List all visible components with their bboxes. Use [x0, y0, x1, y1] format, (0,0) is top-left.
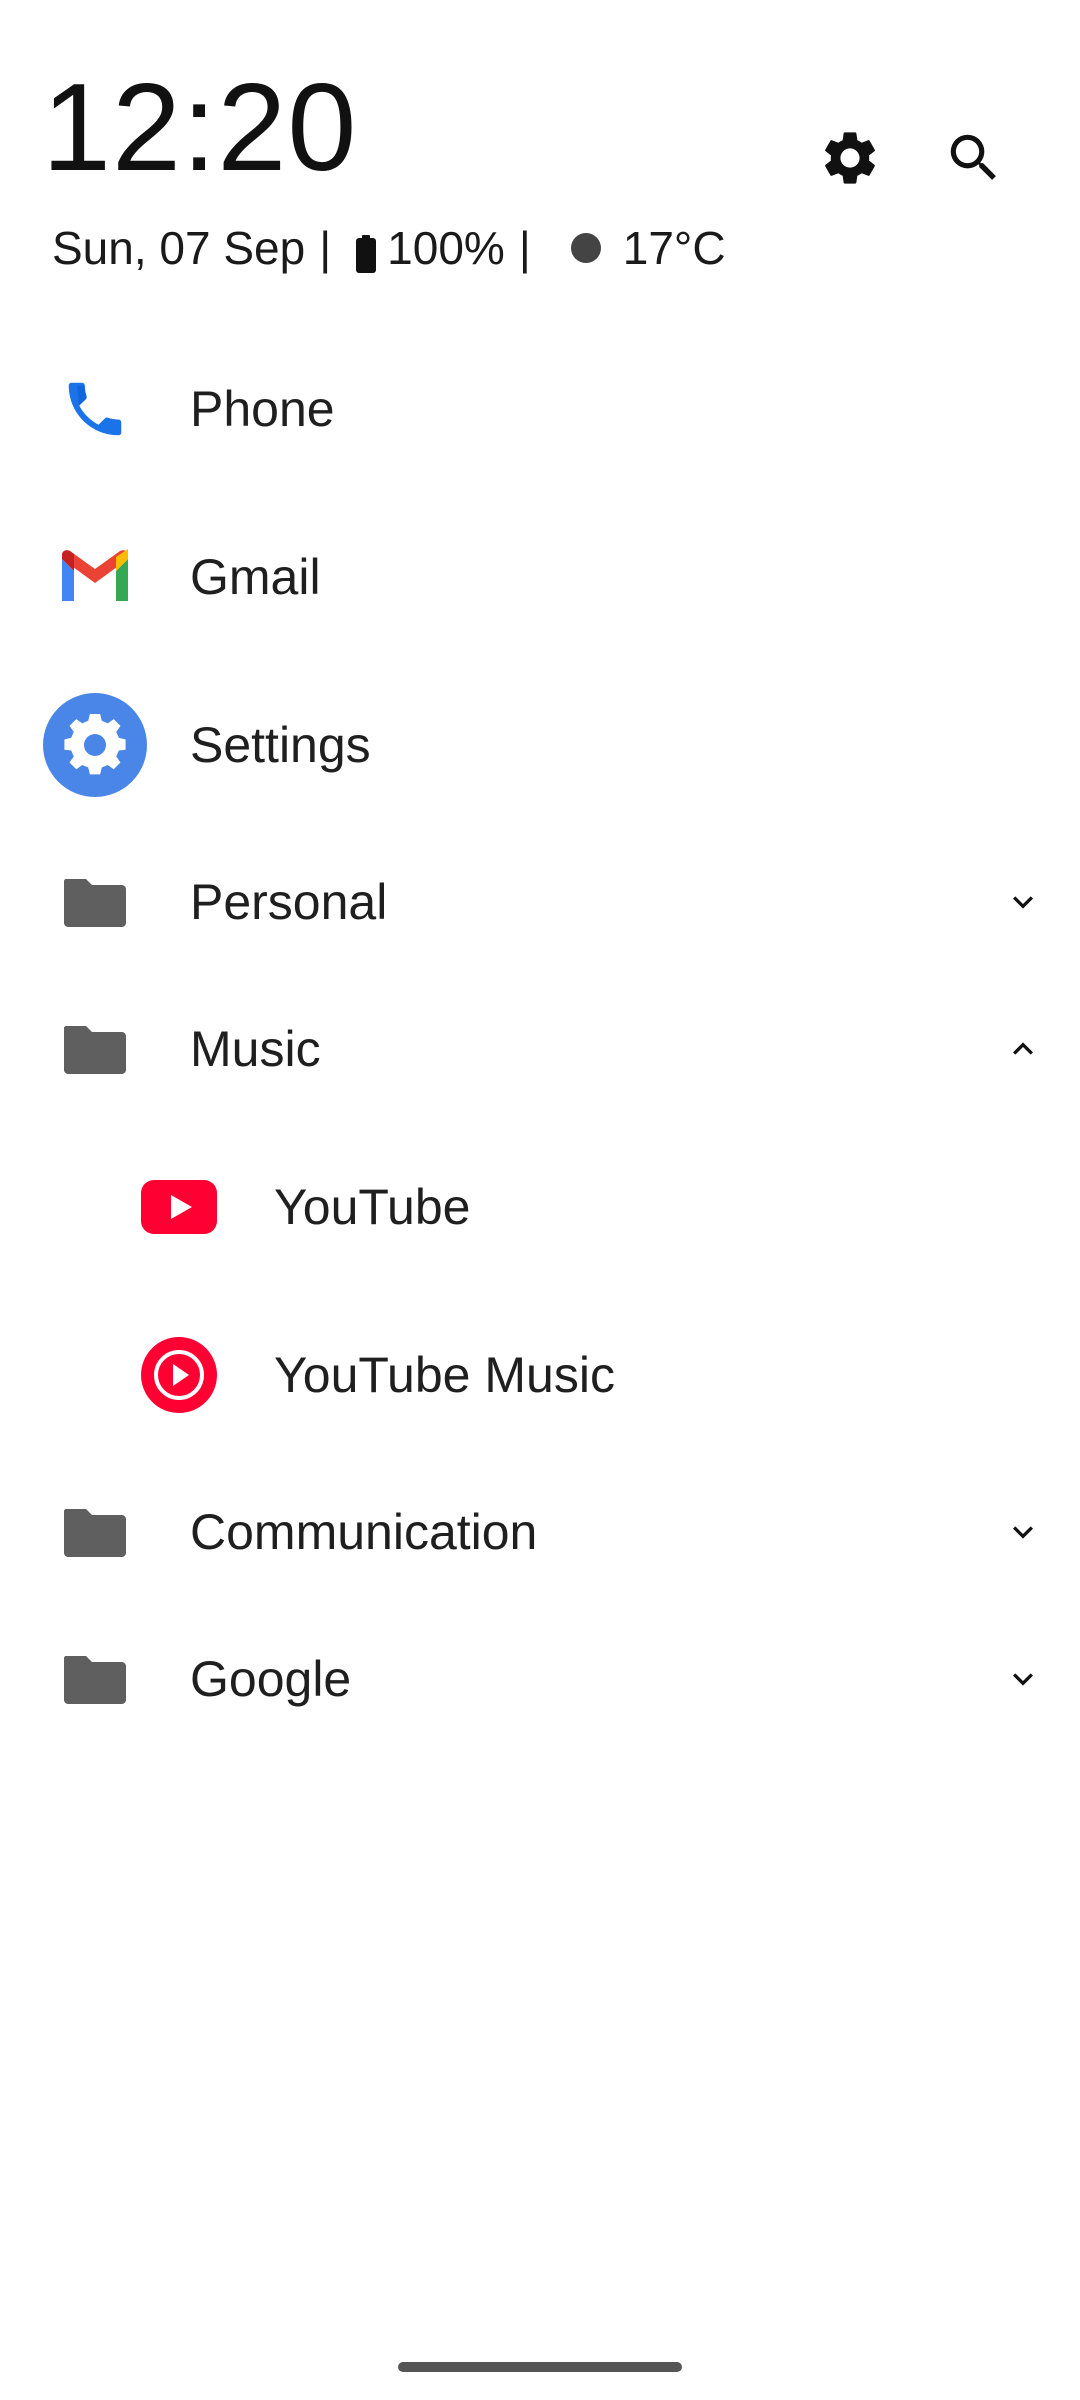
youtube-icon	[124, 1152, 234, 1262]
folder-row-music[interactable]: Music	[0, 994, 1080, 1104]
folder-row-personal[interactable]: Personal	[0, 847, 1080, 957]
app-row-youtube-music[interactable]: YouTube Music	[0, 1320, 1080, 1430]
battery-level: 100%	[387, 222, 505, 274]
folder-label: Google	[190, 1651, 352, 1707]
search-icon[interactable]	[938, 122, 1010, 194]
gear-icon[interactable]	[814, 122, 886, 194]
folder-label: Communication	[190, 1504, 538, 1560]
separator: |	[518, 222, 531, 274]
temperature-text[interactable]: 17°C	[623, 220, 726, 276]
folder-icon	[40, 1624, 150, 1734]
chevron-down-icon[interactable]	[996, 875, 1050, 929]
date-text[interactable]: Sun, 07 Sep	[52, 220, 305, 276]
youtube-music-icon	[124, 1320, 234, 1430]
chevron-down-icon[interactable]	[996, 1652, 1050, 1706]
folder-label: Personal	[190, 874, 388, 930]
folder-label: Music	[190, 1021, 321, 1077]
app-row-phone[interactable]: Phone	[0, 354, 1080, 464]
folder-row-google[interactable]: Google	[0, 1624, 1080, 1734]
gmail-icon	[40, 522, 150, 632]
weather-icon	[570, 233, 601, 263]
folder-icon	[40, 847, 150, 957]
app-label: Settings	[190, 717, 371, 773]
folder-row-communication[interactable]: Communication	[0, 1477, 1080, 1587]
home-gesture-bar[interactable]	[398, 2362, 682, 2372]
app-label: YouTube	[274, 1179, 471, 1235]
chevron-down-icon[interactable]	[996, 1505, 1050, 1559]
folder-icon	[40, 994, 150, 1104]
phone-icon	[40, 354, 150, 464]
app-row-settings[interactable]: Settings	[0, 690, 1080, 800]
app-label: YouTube Music	[274, 1347, 615, 1403]
folder-icon	[40, 1477, 150, 1587]
settings-app-icon	[40, 690, 150, 800]
app-label: Phone	[190, 381, 335, 437]
app-label: Gmail	[190, 549, 321, 605]
app-row-gmail[interactable]: Gmail	[0, 522, 1080, 632]
app-row-youtube[interactable]: YouTube	[0, 1152, 1080, 1262]
battery-icon	[355, 229, 377, 273]
chevron-up-icon[interactable]	[996, 1022, 1050, 1076]
status-line: Sun, 07 Sep | 100% | 17°C	[52, 220, 726, 276]
separator: |	[319, 222, 332, 274]
clock-time[interactable]: 12:20	[42, 58, 357, 198]
